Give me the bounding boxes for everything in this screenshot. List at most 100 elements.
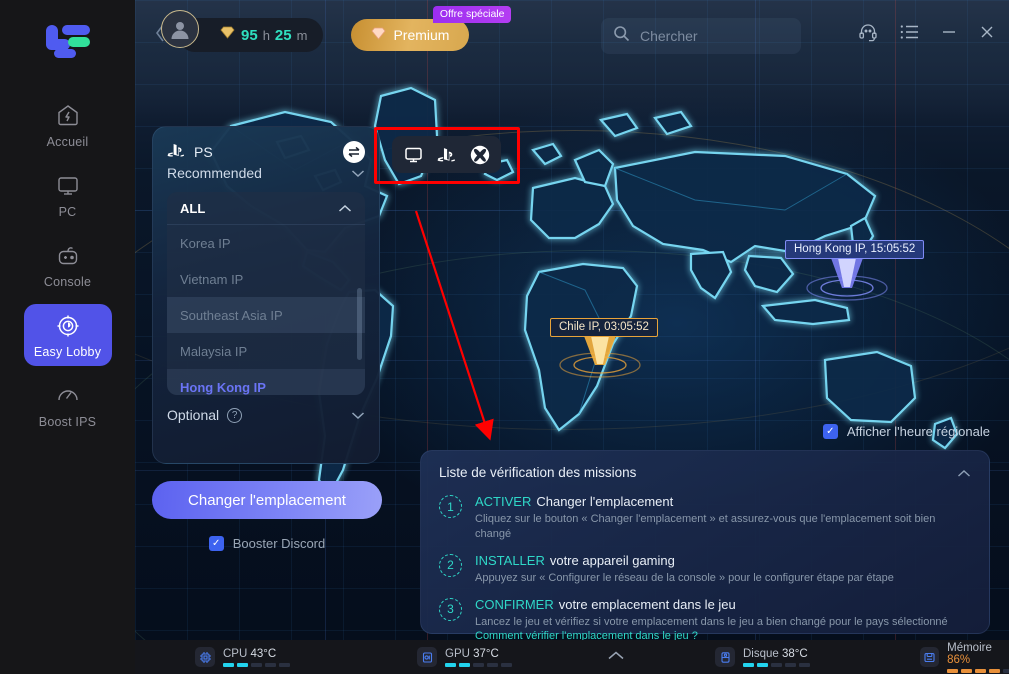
status-memory-text: Mémoire 86%	[947, 641, 992, 666]
step-title: INSTALLER votre appareil gaming	[475, 553, 894, 568]
location-group-all[interactable]: ALL	[167, 192, 365, 225]
gpu-icon	[417, 647, 437, 667]
boost-discord-checkbox[interactable]: ✓ Booster Discord	[152, 536, 382, 551]
sidebar-item-console[interactable]: Console	[24, 234, 112, 296]
location-label: Vietnam IP	[180, 271, 244, 287]
sidebar-item-label: PC	[58, 205, 77, 219]
checkbox-checked-icon[interactable]: ✓	[208, 536, 224, 551]
swap-arrows-icon[interactable]	[343, 141, 365, 163]
disk-icon	[715, 647, 735, 667]
regional-time-checkbox[interactable]: ✓ Afficher l'heure régionale	[822, 424, 990, 439]
list-menu-icon[interactable]	[900, 24, 919, 40]
hongkong-marker-tooltip[interactable]: Hong Kong IP, 15:05:52	[785, 240, 925, 259]
sidebar-item-boost-ips[interactable]: Boost IPS	[24, 374, 112, 436]
recommended-label: Recommended	[167, 165, 262, 181]
home-icon	[55, 103, 81, 129]
search-input[interactable]: Chercher	[601, 18, 801, 54]
premium-section: Premium Offre spéciale	[351, 6, 512, 51]
chevron-up-icon[interactable]	[957, 465, 971, 483]
status-gpu-body: GPU 37°C	[445, 648, 512, 667]
status-cpu-body: CPU 43°C	[223, 648, 290, 667]
location-group-label: ALL	[180, 200, 206, 216]
mission-checklist-header: Liste de vérification des missions	[439, 465, 971, 483]
status-memory-body: Mémoire 86%	[947, 642, 1009, 673]
platform-title: PS	[167, 143, 213, 161]
step-body: CONFIRMER votre emplacement dans le jeu L…	[475, 597, 971, 645]
status-disk-body: Disque 38°C	[743, 648, 810, 667]
recommended-dropdown[interactable]: Recommended	[167, 165, 365, 181]
window-controls	[858, 22, 995, 42]
chile-marker-tooltip[interactable]: Chile IP, 03:05:52	[550, 318, 658, 337]
status-disk[interactable]: Disque 38°C	[715, 647, 810, 667]
sidebar-item-pc[interactable]: PC	[24, 164, 112, 226]
location-label: Southeast Asia IP	[180, 307, 283, 323]
pc-tab[interactable]	[404, 145, 423, 164]
mission-step: 3 CONFIRMER votre emplacement dans le jeu…	[439, 597, 971, 645]
panel-header: PS	[167, 141, 365, 163]
location-item-vietnam[interactable]: Vietnam IP	[167, 261, 365, 297]
monitor-icon	[55, 173, 81, 199]
step-keyword: CONFIRMER	[475, 596, 554, 612]
playstation-tab[interactable]	[437, 147, 456, 163]
headset-support-icon[interactable]	[858, 22, 878, 42]
location-item-korea[interactable]: Korea IP	[167, 225, 365, 261]
chevron-down-icon	[351, 165, 365, 181]
gem-icon	[220, 26, 235, 44]
speedometer-icon	[55, 383, 81, 409]
step-number: 1	[439, 495, 462, 518]
mission-step: 1 ACTIVER Changer l'emplacement Cliquez s…	[439, 494, 971, 542]
status-memory[interactable]: Mémoire 86%	[920, 642, 1009, 673]
change-location-button[interactable]: Changer l'emplacement	[152, 481, 382, 519]
step-title: ACTIVER Changer l'emplacement	[475, 494, 971, 509]
playstation-icon	[167, 143, 185, 161]
status-cpu[interactable]: CPU 43°C	[195, 647, 290, 667]
step-title-text: votre appareil gaming	[549, 552, 675, 568]
platform-label: PS	[194, 144, 213, 160]
location-item-southeast-asia[interactable]: Southeast Asia IP	[167, 297, 365, 333]
search-icon	[613, 25, 630, 47]
sidebar-item-label: Easy Lobby	[33, 345, 102, 359]
top-bar: 95 h 25 m Premium Offre spéciale Chercher	[135, 0, 1009, 70]
status-cpu-bars	[223, 662, 290, 667]
optional-left-group: Optional ?	[167, 407, 243, 423]
optional-dropdown[interactable]: Optional ?	[167, 407, 365, 423]
memory-icon	[920, 647, 940, 667]
premium-label: Premium	[393, 27, 450, 43]
location-item-malaysia[interactable]: Malaysia IP	[167, 333, 365, 369]
step-keyword: ACTIVER	[475, 494, 532, 509]
status-gpu-bars	[445, 662, 512, 667]
step-body: INSTALLER votre appareil gaming Appuyez s…	[475, 553, 894, 586]
location-item-hong-kong[interactable]: Hong Kong IP	[167, 369, 365, 395]
app-logo	[40, 22, 96, 58]
location-list-scrollbar[interactable]	[357, 288, 362, 360]
statusbar-collapse-icon[interactable]	[607, 648, 625, 666]
gem-icon	[371, 27, 386, 43]
user-hours-pill[interactable]: 95 h 25 m	[161, 10, 324, 52]
xbox-tab[interactable]	[470, 145, 490, 165]
user-avatar-icon[interactable]	[161, 10, 199, 48]
sidebar-item-label: Boost IPS	[38, 415, 97, 429]
status-disk-text: Disque 38°C	[743, 647, 808, 660]
status-disk-bars	[743, 662, 810, 667]
status-gpu[interactable]: GPU 37°C	[417, 647, 512, 667]
question-mark-icon[interactable]: ?	[227, 407, 243, 423]
step-number: 2	[439, 553, 462, 577]
status-gpu-text: GPU 37°C	[445, 647, 499, 660]
step-title: CONFIRMER votre emplacement dans le jeu	[475, 597, 971, 612]
minimize-icon[interactable]	[941, 24, 957, 40]
search-placeholder: Chercher	[640, 28, 698, 44]
checkbox-checked-icon[interactable]: ✓	[822, 424, 838, 439]
close-icon[interactable]	[979, 24, 995, 40]
step-description-text: Lancez le jeu et vérifiez si votre empla…	[475, 615, 948, 628]
step-number: 3	[439, 597, 462, 621]
sidebar-item-accueil[interactable]: Accueil	[24, 94, 112, 156]
step-title-text: Changer l'emplacement	[536, 494, 674, 509]
special-offer-badge[interactable]: Offre spéciale	[432, 6, 512, 23]
status-cpu-text: CPU 43°C	[223, 647, 277, 660]
step-description: Appuyez sur « Configurer le réseau de la…	[475, 571, 894, 584]
cpu-icon	[195, 647, 215, 667]
sidebar-item-easy-lobby[interactable]: Easy Lobby	[23, 304, 112, 366]
mission-step: 2 INSTALLER votre appareil gaming Appuyez…	[439, 553, 971, 586]
premium-button[interactable]: Premium	[351, 19, 470, 51]
sidebar-item-label: Accueil	[46, 135, 89, 149]
